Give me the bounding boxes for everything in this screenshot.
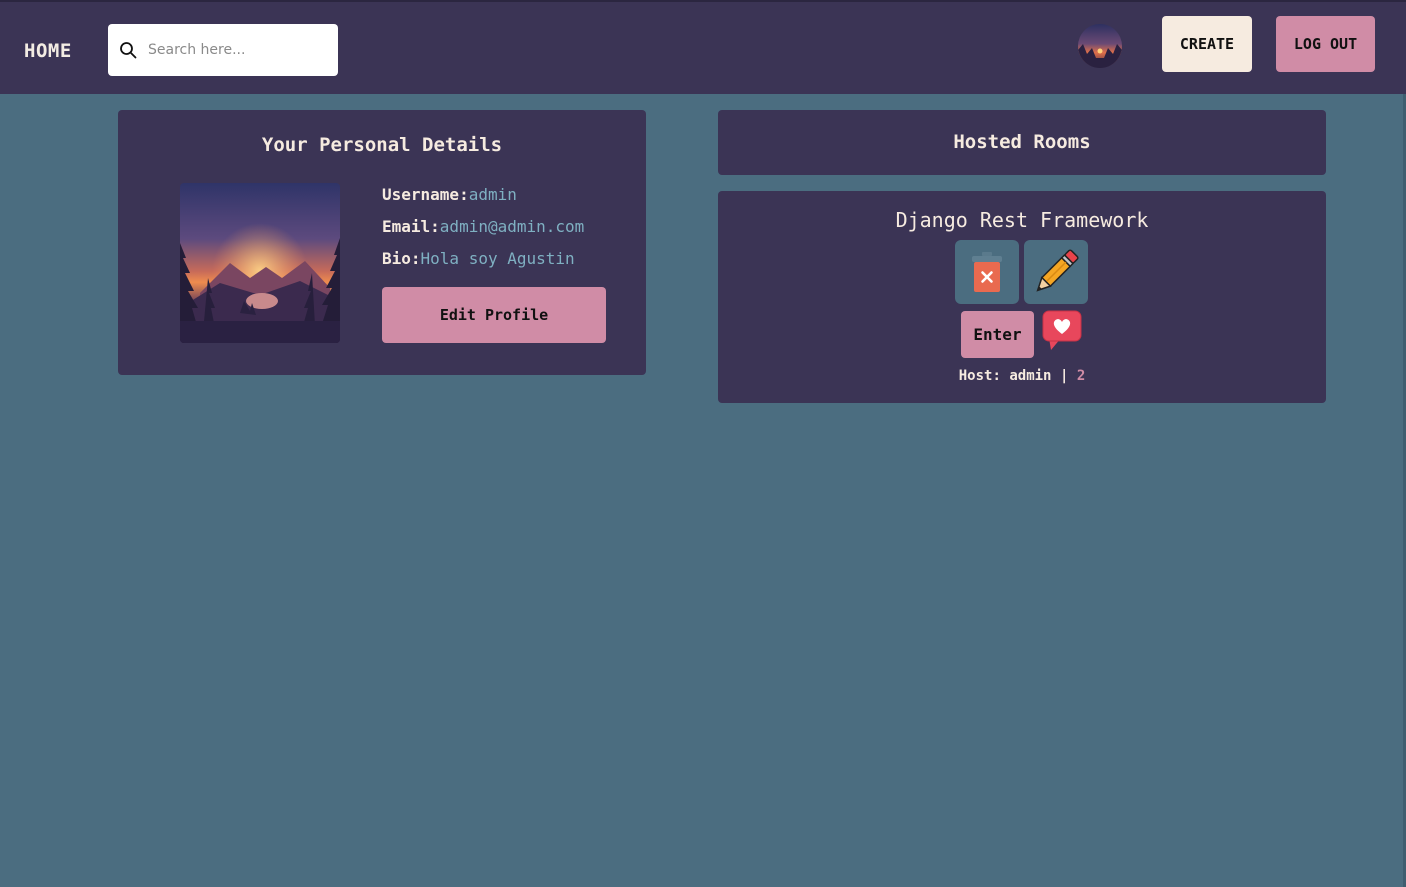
heart-bubble-image bbox=[1042, 310, 1082, 350]
email-value: admin@admin.com bbox=[439, 217, 585, 236]
edit-profile-button[interactable]: Edit Profile bbox=[382, 287, 606, 343]
bio-label: Bio: bbox=[382, 249, 421, 268]
sunset-forest-image bbox=[180, 183, 340, 343]
host-prefix: Host: bbox=[958, 368, 1001, 384]
logout-button[interactable]: LOG OUT bbox=[1276, 16, 1375, 72]
avatar[interactable] bbox=[1078, 24, 1122, 68]
host-line: Host: admin | 2 bbox=[718, 368, 1326, 384]
bio-row: Bio:Hola soy Agustin bbox=[382, 249, 575, 268]
room-name[interactable]: Django Rest Framework bbox=[718, 208, 1326, 232]
search-input[interactable] bbox=[146, 36, 326, 64]
search-box[interactable] bbox=[108, 24, 338, 76]
host-name[interactable]: admin bbox=[1009, 368, 1051, 384]
search-icon bbox=[120, 42, 137, 59]
sunset-forest-avatar-image bbox=[1078, 24, 1122, 68]
host-separator: | bbox=[1059, 368, 1069, 384]
edit-room-button[interactable] bbox=[1024, 240, 1088, 304]
trash-icon bbox=[972, 252, 1002, 292]
participant-count: 2 bbox=[1076, 368, 1086, 384]
delete-room-button[interactable] bbox=[955, 240, 1019, 304]
heart-bubble-icon[interactable] bbox=[1041, 310, 1083, 352]
pencil-icon bbox=[1036, 249, 1079, 292]
details-title: Your Personal Details bbox=[261, 134, 503, 156]
hosted-rooms-header: Hosted Rooms bbox=[718, 110, 1326, 175]
room-card: Django Rest Framework Enter Host: admin … bbox=[718, 191, 1326, 403]
create-button[interactable]: CREATE bbox=[1162, 16, 1252, 72]
personal-details-card: Your Personal Details Username:admin Ema… bbox=[118, 110, 646, 375]
navbar: HOME CREATE LOG OUT bbox=[0, 0, 1406, 94]
email-row: Email:admin@admin.com bbox=[382, 217, 584, 236]
home-link[interactable]: HOME bbox=[24, 40, 72, 62]
profile-picture bbox=[180, 183, 340, 343]
bio-value: Hola soy Agustin bbox=[420, 249, 575, 268]
username-row: Username:admin bbox=[382, 185, 517, 204]
enter-room-button[interactable]: Enter bbox=[961, 311, 1034, 358]
email-label: Email: bbox=[382, 217, 440, 236]
hosted-rooms-title: Hosted Rooms bbox=[953, 131, 1091, 153]
username-value: admin bbox=[468, 185, 517, 204]
username-label: Username: bbox=[382, 185, 469, 204]
